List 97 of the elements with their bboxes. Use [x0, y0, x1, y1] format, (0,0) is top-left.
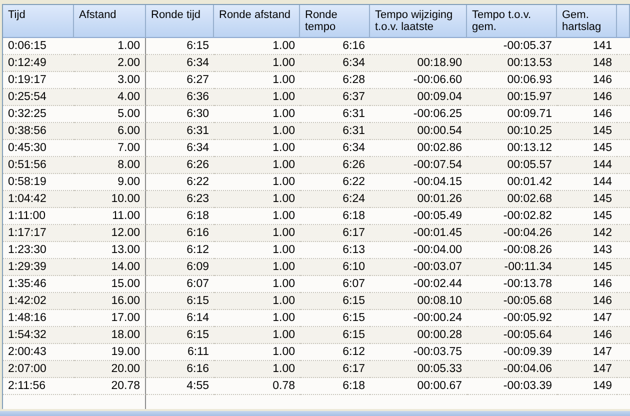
table-cell: 1:29:39 [3, 259, 74, 276]
table-cell: -00:05.68 [467, 293, 557, 310]
table-cell: 1.00 [214, 225, 300, 242]
table-cell: 145 [557, 191, 617, 208]
table-cell: 6.00 [74, 123, 146, 140]
table-cell: 145 [557, 259, 617, 276]
table-cell: 0:25:54 [3, 89, 74, 106]
table-cell: 148 [557, 55, 617, 72]
table-cell: 00:15.97 [467, 89, 557, 106]
table-cell: 6:24 [300, 191, 370, 208]
table-cell: 00:05.33 [370, 361, 467, 378]
table-cell: 00:00.67 [370, 378, 467, 395]
table-cell: 00:08.10 [370, 293, 467, 310]
table-cell: 1:42:02 [3, 293, 74, 310]
column-header[interactable]: Tempo wijziging t.o.v. laatste [370, 5, 467, 38]
table-cell: -00:03.39 [467, 378, 557, 395]
column-header[interactable]: Afstand [74, 5, 146, 38]
column-header[interactable]: Gem. hartslag [557, 5, 617, 38]
table-cell: 6:16 [146, 361, 214, 378]
column-header[interactable]: Tempo t.o.v. gem. [467, 5, 557, 38]
table-cell: 146 [557, 293, 617, 310]
table-cell: -00:04.26 [467, 225, 557, 242]
table-cell: 00:02.68 [467, 191, 557, 208]
table-cell: 6:26 [146, 157, 214, 174]
table-cell: 6:17 [300, 361, 370, 378]
table-cell: -00:07.54 [370, 157, 467, 174]
table-cell: 0.78 [214, 378, 300, 395]
table-cell: 4:55 [146, 378, 214, 395]
table-cell: 1.00 [214, 293, 300, 310]
table-cell: 10.00 [74, 191, 146, 208]
column-header[interactable]: Ronde afstand [214, 5, 300, 38]
table-cell: 146 [557, 327, 617, 344]
table-cell: -00:05.64 [467, 327, 557, 344]
column-header[interactable]: Tijd [3, 5, 74, 38]
table-cell: 1.00 [214, 123, 300, 140]
table-cell: 20.00 [74, 361, 146, 378]
table-cell: 00:13.53 [467, 55, 557, 72]
table-cell: 144 [557, 157, 617, 174]
table-cell: 1.00 [214, 327, 300, 344]
table-cell: 1.00 [214, 191, 300, 208]
table-cell: 146 [557, 89, 617, 106]
table-cell: 2:11:56 [3, 378, 74, 395]
table-cell: 18.00 [74, 327, 146, 344]
table-cell: 2:07:00 [3, 361, 74, 378]
table-cell: 14.00 [74, 259, 146, 276]
table-cell: 00:05.57 [467, 157, 557, 174]
table-cell: 00:00.54 [370, 123, 467, 140]
table-cell: 00:01.26 [370, 191, 467, 208]
table-cell: 00:18.90 [370, 55, 467, 72]
table-cell: 145 [557, 123, 617, 140]
table-cell: 00:10.25 [467, 123, 557, 140]
table-cell: 00:09.04 [370, 89, 467, 106]
table-cell: 12.00 [74, 225, 146, 242]
table-cell: 6:18 [300, 378, 370, 395]
column-header[interactable]: Ronde tijd [146, 5, 214, 38]
table-cell: 6:15 [300, 327, 370, 344]
table-cell: 6:34 [146, 55, 214, 72]
table-cell: 6:15 [146, 293, 214, 310]
table-cell: 6:37 [300, 89, 370, 106]
table-cell: -00:01.45 [370, 225, 467, 242]
table-cell: 16.00 [74, 293, 146, 310]
table-cell: 4.00 [74, 89, 146, 106]
table-cell: 0:12:49 [3, 55, 74, 72]
table-cell: 1:54:32 [3, 327, 74, 344]
table-cell: 6:34 [300, 55, 370, 72]
table-cell: 149 [557, 378, 617, 395]
table-cell: 1:17:17 [3, 225, 74, 242]
header-filler [617, 5, 630, 38]
table-cell: -00:04.06 [467, 361, 557, 378]
table-cell: 6:26 [300, 157, 370, 174]
table-cell: 6:17 [300, 225, 370, 242]
table-cell: 2.00 [74, 55, 146, 72]
table-cell: 142 [557, 225, 617, 242]
table-cell: 6:15 [300, 293, 370, 310]
table-cell: 6:10 [300, 259, 370, 276]
table-cell: 8.00 [74, 157, 146, 174]
table-cell: -00:03.07 [370, 259, 467, 276]
table-cell: -00:11.34 [467, 259, 557, 276]
table-cell: 00:00.28 [370, 327, 467, 344]
table-cell: 147 [557, 361, 617, 378]
table-cell: 6:31 [300, 123, 370, 140]
table-cell: 1:04:42 [3, 191, 74, 208]
table-cell: 1.00 [214, 157, 300, 174]
table-cell: 0:38:56 [3, 123, 74, 140]
table-cell: 6:15 [146, 327, 214, 344]
table-cell: 20.78 [74, 378, 146, 395]
table-cell: 1.00 [214, 89, 300, 106]
table-cell: 6:36 [146, 89, 214, 106]
table-cell: 6:31 [146, 123, 214, 140]
table-cell: 1.00 [214, 361, 300, 378]
table-cell: 0:51:56 [3, 157, 74, 174]
table-cell: 6:09 [146, 259, 214, 276]
table-cell: 1.00 [214, 55, 300, 72]
column-header[interactable]: Ronde tempo [300, 5, 370, 38]
table-cell: 1.00 [214, 259, 300, 276]
table-cell: 6:23 [146, 191, 214, 208]
table-cell: 6:16 [146, 225, 214, 242]
